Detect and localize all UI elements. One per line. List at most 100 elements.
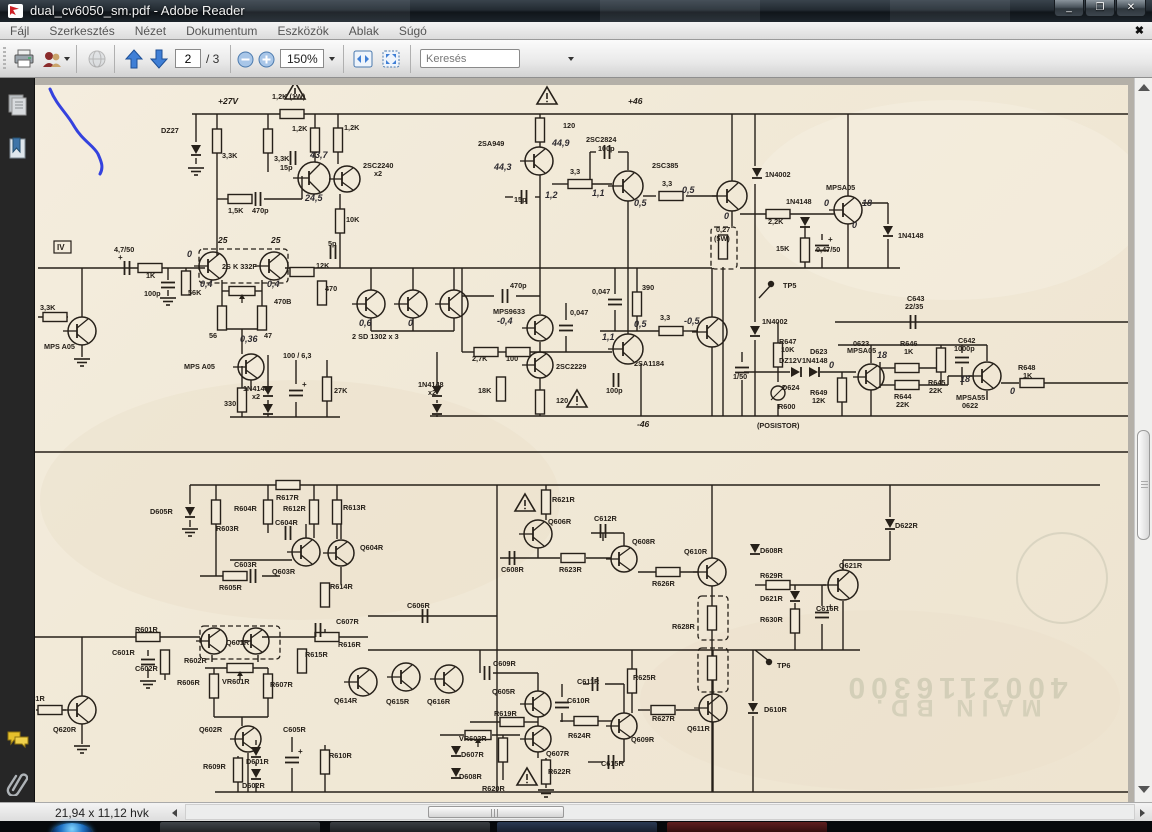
search-dropdown-icon[interactable] — [568, 56, 574, 61]
schematic-label: VR602R — [459, 734, 487, 743]
schematic-label: 18 — [960, 374, 970, 384]
schematic-label: Q614R — [334, 696, 358, 705]
schematic-label: 120 — [563, 121, 575, 130]
pages-panel-button[interactable] — [6, 93, 28, 117]
taskbar-button[interactable] — [330, 822, 490, 832]
horizontal-scroll-thumb[interactable] — [428, 806, 564, 818]
page-number-input[interactable] — [176, 50, 200, 67]
schematic-label: 0,4 — [267, 279, 280, 289]
schematic-label: C604R — [275, 518, 298, 527]
fit-page-button[interactable] — [378, 45, 404, 73]
schematic-label: C611R — [577, 677, 600, 686]
schematic-label: C603R — [234, 560, 257, 569]
taskbar-button[interactable] — [497, 822, 657, 832]
schematic-label: TP5 — [783, 281, 796, 290]
schematic-label: C607R — [336, 617, 359, 626]
schematic-label: 1K — [904, 347, 914, 356]
scroll-up-icon[interactable] — [1138, 84, 1150, 91]
schematic-label: +46 — [628, 96, 643, 106]
print-button[interactable] — [10, 45, 38, 73]
search-box — [420, 49, 574, 68]
menu-window[interactable]: Ablak — [339, 23, 389, 39]
schematic-label: 1N4148 — [786, 197, 812, 206]
schematic-label: R603R — [216, 524, 239, 533]
schematic-label: 12K — [316, 261, 330, 270]
schematic-label: 470 — [325, 284, 337, 293]
page-number-field-wrap — [175, 49, 201, 68]
start-button[interactable] — [52, 823, 92, 832]
schematic-label: 2SA1184 — [634, 359, 665, 368]
toolbar-grip[interactable] — [3, 47, 6, 71]
schematic-label: C608R — [501, 565, 524, 574]
attachments-panel-button[interactable] — [6, 770, 29, 797]
schematic-label: 470p — [252, 206, 269, 215]
background-window-glimpse — [230, 0, 410, 22]
schematic-label: D608R — [760, 546, 783, 555]
schematic-label: 15p — [280, 163, 293, 172]
schematic-label: R630R — [760, 615, 783, 624]
schematic-label: R600 — [778, 402, 795, 411]
taskbar-button[interactable] — [160, 822, 320, 832]
schematic-label: R629R — [760, 571, 783, 580]
scroll-left-icon[interactable] — [172, 809, 177, 817]
menu-edit[interactable]: Szerkesztés — [39, 23, 124, 39]
schematic-label: TP6 — [777, 661, 790, 670]
fit-width-button[interactable] — [350, 45, 376, 73]
collaborate-button[interactable] — [40, 45, 64, 73]
restore-button[interactable]: ❐ — [1085, 0, 1115, 17]
schematic-label: Q604R — [360, 543, 384, 552]
thumb-grip — [491, 809, 500, 817]
scroll-down-icon[interactable] — [1138, 786, 1150, 793]
menu-help[interactable]: Súgó — [389, 23, 437, 39]
schematic-label: Q603R — [272, 567, 296, 576]
schematic-label: 1N4148 — [898, 231, 924, 240]
collaborate-dropdown[interactable] — [62, 45, 72, 73]
schematic-label: x2 — [374, 169, 382, 178]
bookmarks-panel-button[interactable] — [6, 136, 28, 160]
zoom-level-display[interactable]: 150% — [280, 49, 324, 68]
schematic-label: -0,5 — [684, 316, 701, 326]
schematic-label: 1,2K — [344, 123, 360, 132]
status-bar: 21,94 x 11,12 hvk — [0, 802, 1152, 821]
schematic-label: 0 — [1010, 386, 1015, 396]
navigation-sidebar — [0, 78, 35, 821]
schematic-label: MPS A05 — [44, 342, 75, 351]
close-document-icon[interactable]: ✖ — [1135, 24, 1144, 37]
title-bar[interactable]: dual_cv6050_sm.pdf - Adobe Reader _ ❐ ✕ — [0, 0, 1152, 22]
close-button[interactable]: ✕ — [1116, 0, 1146, 17]
menu-tools[interactable]: Eszközök — [267, 23, 338, 39]
comments-panel-button[interactable] — [6, 730, 29, 754]
schematic-label: 470p — [510, 281, 527, 290]
menu-file[interactable]: Fájl — [0, 23, 39, 39]
schematic-label: 100 / 6,3 — [283, 351, 311, 360]
schematic-label: 1,1 — [602, 332, 615, 342]
schematic-label: 10K — [781, 345, 795, 354]
schematic-label: Q615R — [386, 697, 410, 706]
schematic-label: 10K — [346, 215, 360, 224]
section-marker: IV — [57, 243, 65, 252]
search-input[interactable] — [421, 52, 568, 65]
vertical-scroll-thumb[interactable] — [1137, 430, 1150, 540]
horizontal-scrollbar[interactable] — [185, 804, 1135, 820]
schematic-label: 2SC2824 — [586, 135, 617, 144]
pdf-page[interactable]: 4002116300 MAIN BD. + + + + + +27V 1,2K (1W) DZ27… — [35, 85, 1128, 802]
schematic-label: 15K — [776, 244, 790, 253]
vertical-scrollbar[interactable] — [1134, 78, 1152, 802]
zoom-out-button[interactable] — [235, 45, 255, 73]
schematic-label: MPS9633 — [493, 307, 525, 316]
menu-view[interactable]: Nézet — [125, 23, 176, 39]
schematic-label: 1,2K (1W) — [272, 92, 306, 101]
background-window-glimpse — [600, 0, 760, 22]
zoom-dropdown[interactable] — [326, 45, 338, 73]
next-page-button[interactable] — [147, 45, 171, 73]
previous-page-button[interactable] — [122, 45, 146, 73]
taskbar-button[interactable] — [667, 822, 827, 832]
schematic-label: 1000p — [954, 344, 975, 353]
scroll-right-icon[interactable] — [1140, 809, 1145, 817]
schematic-label: 0 — [829, 360, 834, 370]
zoom-in-button[interactable] — [256, 45, 276, 73]
menu-document[interactable]: Dokumentum — [176, 23, 267, 39]
printer-icon — [14, 49, 34, 68]
svg-text:+: + — [828, 235, 833, 244]
minimize-button[interactable]: _ — [1054, 0, 1084, 17]
